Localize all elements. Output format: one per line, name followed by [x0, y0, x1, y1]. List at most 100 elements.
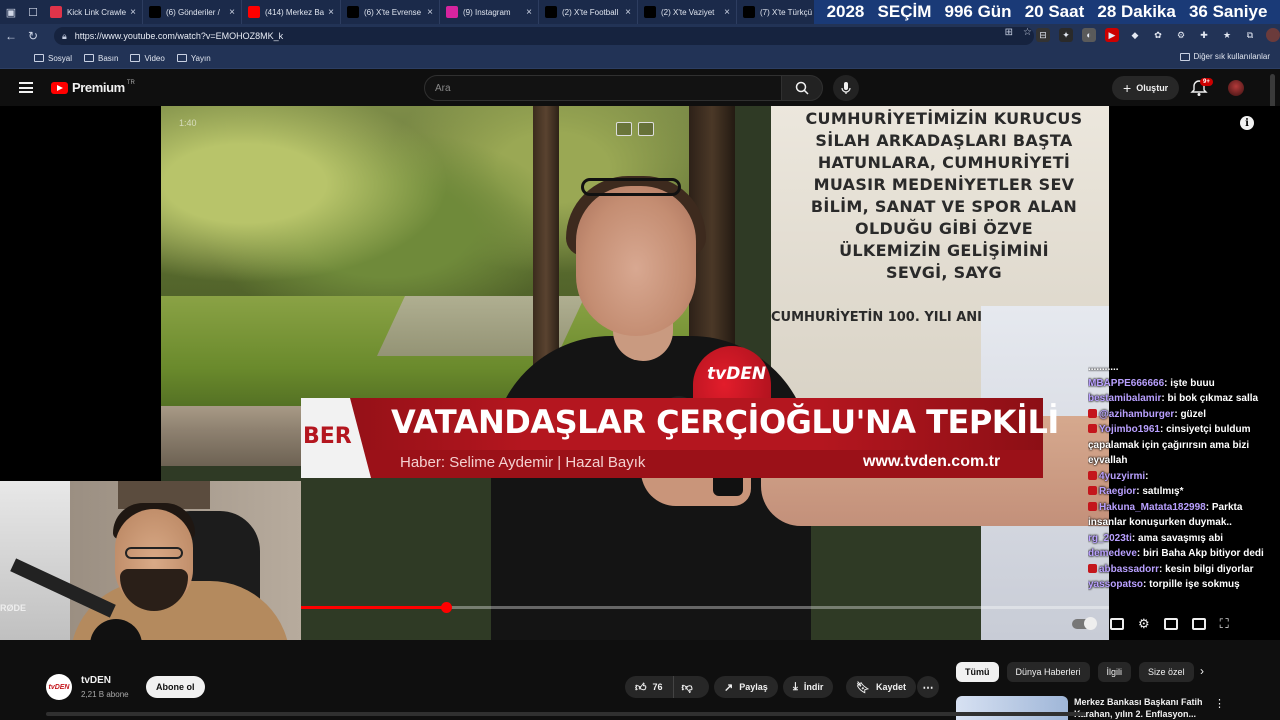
share-button[interactable]: ↗ Paylaş	[714, 676, 778, 698]
close-tab-icon[interactable]: ×	[328, 7, 334, 18]
chat-username[interactable]: yassopatso	[1088, 579, 1143, 590]
chat-username[interactable]: demedeve	[1088, 548, 1137, 559]
download-button[interactable]: ⤓ İndir	[783, 676, 834, 698]
back-button[interactable]: ←	[0, 24, 22, 48]
folder-icon	[130, 54, 141, 62]
channel-avatar[interactable]: tvDEN	[46, 674, 72, 700]
chat-username[interactable]: abbassadorr	[1099, 564, 1159, 575]
recommended-title[interactable]: Merkez Bankası Başkanı Fatih Karahan, yı…	[1074, 696, 1204, 720]
chat-username[interactable]: rg_2023ti	[1088, 533, 1132, 544]
chat-username[interactable]: @azihamburger	[1099, 409, 1174, 420]
progress-played	[301, 606, 447, 609]
video-frame[interactable]: CUMHURİYETİMİZİN KURUCUS SİLAH ARKADAŞLAR…	[161, 106, 1109, 640]
channel-name[interactable]: tvDEN	[81, 675, 111, 686]
other-bookmarks[interactable]: Diğer sık kullanılanlar	[1179, 52, 1270, 61]
collections-icon[interactable]: ⧉	[1243, 28, 1257, 42]
tab-title: (414) Merkez Ba	[265, 7, 325, 17]
bookmark-folder[interactable]: Video	[130, 54, 165, 63]
close-tab-icon[interactable]: ×	[229, 7, 235, 18]
bookmark-star-icon[interactable]: ☆	[1023, 27, 1032, 38]
chip-for-you[interactable]: Size özel	[1139, 662, 1194, 682]
picture-in-picture-icon[interactable]	[616, 122, 632, 136]
tab-actions-icon[interactable]: ☐	[22, 0, 44, 24]
reload-button[interactable]: ↻	[22, 24, 44, 48]
extension-icon[interactable]: ⊟	[1036, 28, 1050, 42]
dislike-button[interactable]: 👎︎	[674, 676, 701, 698]
account-avatar[interactable]	[1228, 80, 1244, 96]
region-code: TR	[126, 79, 135, 86]
more-actions-button[interactable]: ⋯	[917, 676, 939, 698]
chat-username[interactable]: 4yuzyirmi	[1099, 471, 1145, 482]
video-progress-bar[interactable]	[301, 602, 1109, 613]
tab-title: (6) X'te Evrense	[364, 7, 422, 17]
chat-username[interactable]: Raegior	[1099, 486, 1136, 497]
lower-third-tab-text: BER	[303, 424, 352, 449]
extension-icon[interactable]: ✿	[1151, 28, 1165, 42]
extension-icon[interactable]: ◐	[1082, 28, 1096, 42]
chat-username[interactable]: bestamibalamir	[1088, 393, 1161, 404]
chip-world-news[interactable]: Dünya Haberleri	[1006, 662, 1090, 682]
app-icon[interactable]: ⊞	[1005, 27, 1013, 38]
thumbs-down-icon: 👎︎	[681, 681, 693, 694]
browser-tab[interactable]: (6) X'te Evrense ×	[341, 0, 440, 24]
puzzle-icon[interactable]: ✚	[1197, 28, 1211, 42]
notes-icon[interactable]	[638, 122, 654, 136]
tab-title: (9) Instagram	[463, 7, 511, 17]
x-icon	[347, 6, 359, 18]
youtube-logo[interactable]: Premium TR	[51, 80, 135, 95]
search-icon	[795, 81, 809, 95]
browser-tab[interactable]: Kick Link Crawle ×	[44, 0, 143, 24]
chat-username[interactable]: MBAPPE666666	[1088, 378, 1164, 389]
microphone-logo: tvDEN	[707, 364, 767, 384]
like-dislike-group: 👍︎ 76 👎︎	[625, 676, 709, 698]
tab-title: Kick Link Crawle	[67, 7, 127, 17]
plaque-line: OLDUĞU GİBİ ÖZVE	[855, 219, 1033, 238]
extension-icon[interactable]: ▶	[1105, 28, 1119, 42]
news-lower-third: BER VATANDAŞLAR ÇERÇİOĞLU'NA TEPKİLİ Hab…	[301, 398, 1059, 478]
browser-tab[interactable]: (6) Gönderiler / ×	[143, 0, 242, 24]
chip-related[interactable]: İlgili	[1097, 662, 1132, 682]
chevron-right-icon[interactable]: ›	[1200, 664, 1204, 678]
menu-icon[interactable]	[19, 82, 33, 93]
voice-search-button[interactable]	[833, 75, 859, 101]
close-tab-icon[interactable]: ×	[427, 7, 433, 18]
close-tab-icon[interactable]: ×	[625, 7, 631, 18]
favorites-icon[interactable]: ★	[1220, 28, 1234, 42]
create-button[interactable]: + Oluştur	[1112, 76, 1180, 100]
bookmark-folder[interactable]: Sosyal	[34, 54, 72, 63]
extension-icon[interactable]: ⚙	[1174, 28, 1188, 42]
browser-tab[interactable]: (2) X'te Football ×	[539, 0, 638, 24]
url-field[interactable]: 🔒︎ https://www.youtube.com/watch?v=EMOHO…	[54, 27, 1034, 45]
search-input[interactable]: Ara	[424, 75, 782, 101]
browser-tab[interactable]: (414) Merkez Ba ×	[242, 0, 341, 24]
extension-icon[interactable]: ◆	[1128, 28, 1142, 42]
browser-tab[interactable]: (2) X'te Vaziyet ×	[638, 0, 737, 24]
youtube-header: Premium TR Ara + Oluştur 9+	[0, 70, 1280, 106]
search-button[interactable]	[781, 75, 823, 101]
chat-username[interactable]: Hakuna_Matata182998	[1099, 502, 1206, 513]
workspaces-icon[interactable]: ▣	[0, 0, 22, 24]
close-tab-icon[interactable]: ×	[724, 7, 730, 18]
profile-avatar[interactable]	[1266, 28, 1280, 42]
horizontal-scrollbar[interactable]	[46, 712, 1086, 716]
tree-trunk	[533, 106, 559, 366]
microphone-icon	[841, 82, 851, 94]
save-button[interactable]: 🔖︎ Kaydet	[846, 676, 916, 698]
recommended-more-icon[interactable]: ⋮	[1214, 697, 1225, 710]
like-button[interactable]: 👍︎ 76	[625, 676, 674, 698]
chat-username[interactable]: Yojimbo1961	[1099, 424, 1160, 435]
extension-icon[interactable]: ✦	[1059, 28, 1073, 42]
info-icon[interactable]: i	[1240, 116, 1254, 130]
close-tab-icon[interactable]: ×	[130, 7, 136, 18]
bookmark-folder[interactable]: Yayın	[176, 54, 211, 63]
subscribe-button[interactable]: Abone ol	[146, 676, 205, 698]
news-headline: VATANDAŞLAR ÇERÇİOĞLU'NA TEPKİLİ	[391, 403, 1059, 441]
close-tab-icon[interactable]: ×	[526, 7, 532, 18]
browser-tab[interactable]: (9) Instagram ×	[440, 0, 539, 24]
youtube-play-icon	[51, 81, 68, 94]
filter-chips: Tümü Dünya Haberleri İlgili Size özel	[956, 662, 1194, 682]
recommended-thumbnail[interactable]	[956, 696, 1068, 720]
bookmark-folder[interactable]: Basın	[84, 54, 118, 63]
chat-text: ama savaşmış abi	[1138, 532, 1224, 544]
chip-all[interactable]: Tümü	[956, 662, 999, 682]
